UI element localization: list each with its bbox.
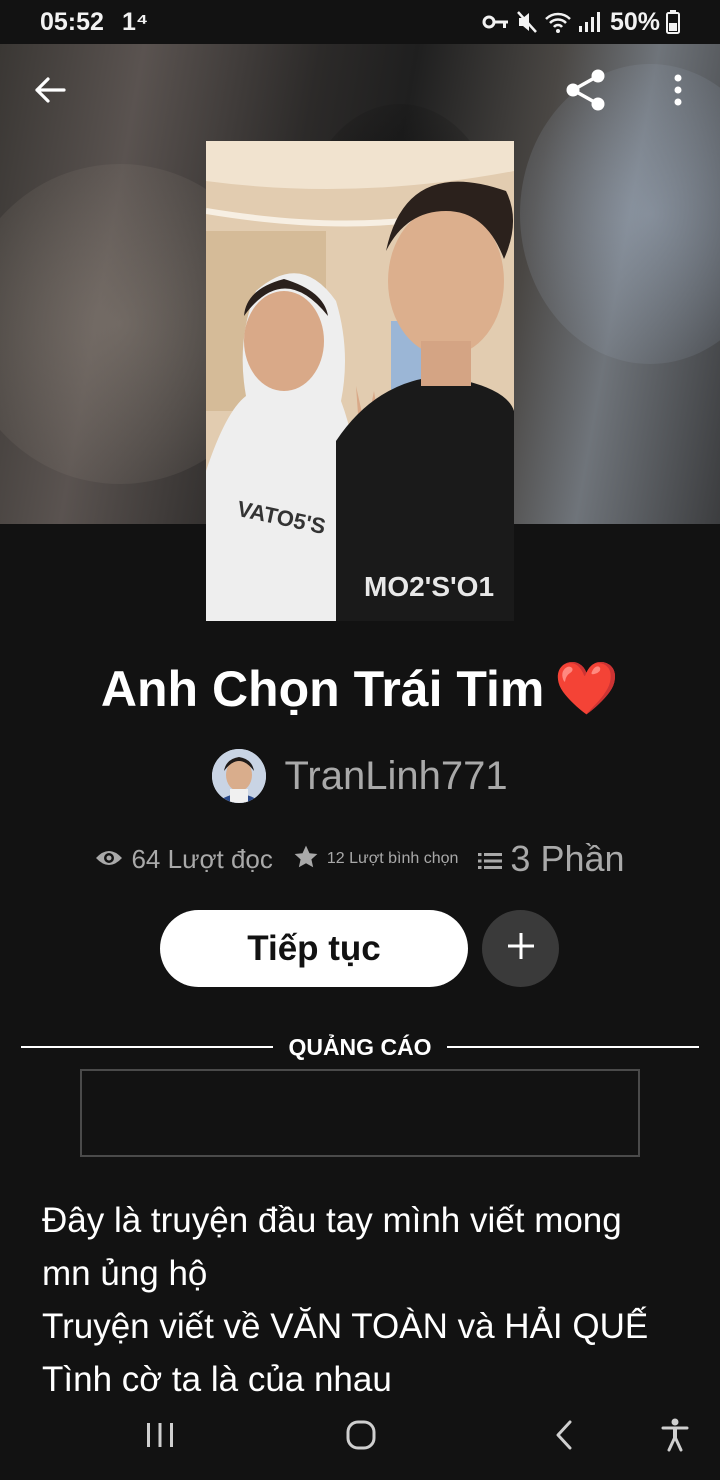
star-icon bbox=[293, 844, 319, 875]
home-button[interactable] bbox=[331, 1412, 391, 1462]
status-bar: 05:52 1⁴ 50% bbox=[0, 0, 720, 44]
arrow-left-icon bbox=[34, 76, 66, 109]
accessibility-button[interactable] bbox=[645, 1412, 705, 1462]
ad-divider-left bbox=[21, 1046, 273, 1048]
reads-count: 64 Lượt đọc bbox=[131, 843, 273, 874]
list-icon bbox=[478, 838, 503, 880]
ad-divider-right bbox=[447, 1046, 699, 1048]
signal-icon bbox=[578, 10, 600, 34]
status-icons: 50% bbox=[482, 6, 680, 38]
votes-count: 12 Lượt bình chọn bbox=[326, 850, 459, 867]
ad-slot[interactable] bbox=[80, 1069, 640, 1157]
share-button[interactable] bbox=[556, 62, 616, 122]
back-icon bbox=[554, 1420, 574, 1455]
author-row[interactable]: TranLinh771 bbox=[0, 746, 720, 806]
more-vertical-icon bbox=[673, 74, 683, 111]
vpn-key-icon bbox=[482, 12, 510, 32]
recent-apps-button[interactable] bbox=[130, 1412, 190, 1462]
svg-text:MO2'S'O1: MO2'S'O1 bbox=[364, 571, 494, 602]
continue-reading-button[interactable]: Tiếp tục bbox=[160, 910, 468, 987]
battery-icon bbox=[666, 10, 680, 34]
heart-emoji: ❤️ bbox=[554, 660, 620, 718]
battery-percent: 50% bbox=[609, 7, 660, 36]
votes-stat: 12 Lượt bình chọn bbox=[293, 844, 459, 875]
nav-back-button[interactable] bbox=[534, 1412, 594, 1462]
add-to-library-button[interactable] bbox=[482, 910, 559, 987]
more-options-button[interactable] bbox=[648, 62, 708, 122]
system-nav-bar bbox=[0, 1394, 720, 1480]
avatar[interactable] bbox=[212, 749, 267, 803]
accessibility-icon bbox=[661, 1418, 689, 1457]
plus-icon bbox=[507, 932, 535, 965]
author-name[interactable]: TranLinh771 bbox=[284, 754, 507, 799]
story-title-text: Anh Chọn Trái Tim bbox=[100, 661, 545, 717]
description-line: mn ủng hộ bbox=[42, 1254, 208, 1293]
recent-apps-icon bbox=[145, 1422, 175, 1453]
mute-icon bbox=[516, 10, 538, 34]
story-description: Đây là truyện đầu tay mình viết mong mn … bbox=[42, 1194, 682, 1406]
story-stats: 64 Lượt đọc 12 Lượt bình chọn 3 Phần bbox=[0, 834, 720, 884]
story-title: Anh Chọn Trái Tim ❤️ bbox=[0, 658, 720, 719]
description-line: Đây là truyện đầu tay mình viết mong bbox=[42, 1201, 622, 1240]
description-line: Truyện viết về VĂN TOÀN và HẢI QUẾ bbox=[42, 1307, 649, 1346]
parts-stat[interactable]: 3 Phần bbox=[478, 838, 625, 880]
wifi-icon bbox=[544, 10, 572, 34]
eye-icon bbox=[95, 844, 123, 875]
back-button[interactable] bbox=[20, 62, 80, 122]
status-time: 05:52 bbox=[40, 8, 104, 36]
status-notification-count: 1⁴ bbox=[122, 8, 149, 36]
reads-stat: 64 Lượt đọc bbox=[95, 843, 273, 875]
share-icon bbox=[564, 68, 608, 117]
story-cover-image: VATO5'S MO2'S'O1 bbox=[206, 141, 514, 621]
home-icon bbox=[345, 1419, 377, 1456]
ad-label: QUẢNG CÁO bbox=[288, 1034, 432, 1060]
parts-count[interactable]: 3 Phần bbox=[510, 838, 624, 880]
